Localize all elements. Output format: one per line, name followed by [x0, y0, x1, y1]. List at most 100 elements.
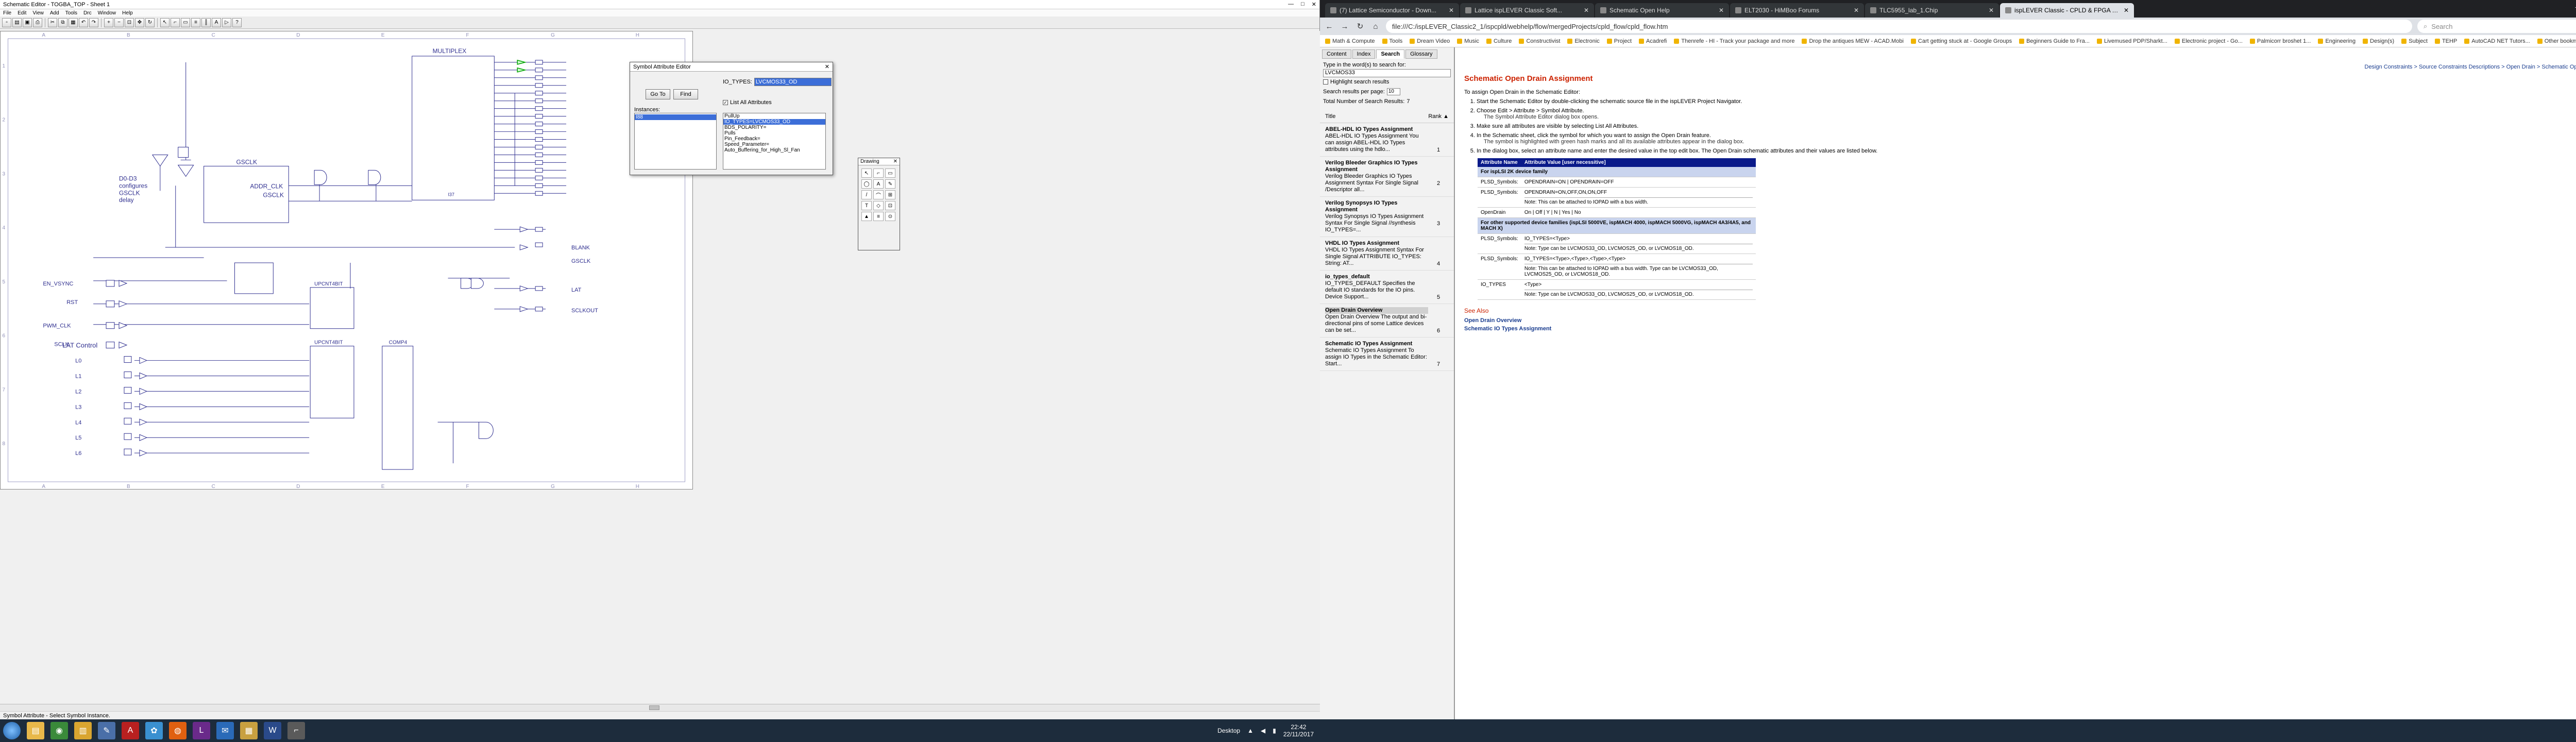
horizontal-scrollbar[interactable]: [0, 704, 1320, 711]
browser-tab[interactable]: Schematic Open Help ✕: [1595, 3, 1729, 18]
menu-tools[interactable]: Tools: [65, 10, 77, 16]
node-tool-icon[interactable]: ⊙: [885, 212, 895, 221]
network-icon[interactable]: ▲: [1247, 727, 1253, 734]
search-result[interactable]: io_types_default IO_TYPES_DEFAULT Specifi…: [1320, 271, 1454, 304]
close-tab-icon[interactable]: ✕: [1719, 7, 1724, 14]
search-result[interactable]: ABEL-HDL IO Types Assignment ABEL-HDL IO …: [1320, 123, 1454, 157]
acrobat-icon[interactable]: A: [122, 722, 139, 739]
address-bar[interactable]: file:///C:/ispLEVER_Classic2_1/ispcpld/w…: [1386, 20, 2412, 33]
tab-index[interactable]: Index: [1352, 49, 1376, 59]
undo-icon[interactable]: ↶: [79, 18, 88, 27]
attribute-item[interactable]: BDS_POLARITY=: [723, 125, 825, 130]
chrome-icon[interactable]: ◉: [50, 722, 68, 739]
wire-icon[interactable]: ⌐: [171, 18, 180, 27]
browser-tab[interactable]: Lattice ispLEVER Classic Soft... ✕: [1460, 3, 1594, 18]
bookmark[interactable]: Thenrefe - HI - Track your package and m…: [1674, 38, 1794, 44]
bookmark[interactable]: Culture: [1486, 38, 1512, 44]
files-icon[interactable]: ▥: [74, 722, 92, 739]
instances-list[interactable]: I88: [634, 113, 717, 170]
attribute-item[interactable]: Pulls: [723, 130, 825, 136]
bookmark[interactable]: Acadrefi: [1639, 38, 1667, 44]
bookmark[interactable]: Other bookmarks: [2537, 38, 2576, 44]
tab-search[interactable]: Search: [1376, 49, 1405, 59]
copy-icon[interactable]: ⧉: [58, 18, 67, 27]
zoom-fit-icon[interactable]: ⊡: [125, 18, 134, 27]
attr-value-input[interactable]: [754, 78, 832, 86]
search-result[interactable]: Verilog Synopsys IO Types Assignment Veri…: [1320, 197, 1454, 237]
close-tab-icon[interactable]: ✕: [1584, 7, 1589, 14]
breadcrumb[interactable]: Design Constraints > Source Constraints …: [1464, 64, 2576, 70]
new-icon[interactable]: ▫: [2, 18, 11, 27]
diamond-tool-icon[interactable]: ◇: [873, 201, 884, 210]
tab-glossary[interactable]: Glossary: [1405, 49, 1437, 59]
minimize-button[interactable]: —: [1288, 1, 1294, 8]
search-box[interactable]: ⌕ Search: [2417, 20, 2576, 33]
close-button[interactable]: ✕: [1312, 1, 1316, 8]
wire-tool-icon[interactable]: ⌐: [873, 168, 884, 178]
arc-tool-icon[interactable]: ⌒: [873, 190, 884, 199]
results-per-page-select[interactable]: 10: [1386, 88, 1400, 95]
counter-2[interactable]: [310, 346, 354, 418]
cut-icon[interactable]: ✂: [48, 18, 57, 27]
maximize-button[interactable]: □: [1301, 1, 1304, 8]
symbol-icon[interactable]: ▭: [181, 18, 190, 27]
forward-icon[interactable]: →: [1340, 22, 1350, 31]
schematic-app-icon[interactable]: ⌐: [287, 722, 305, 739]
see-also-link[interactable]: Open Drain Overview: [1464, 317, 2576, 324]
small-block[interactable]: [234, 262, 274, 294]
menu-file[interactable]: File: [3, 10, 11, 16]
select-icon[interactable]: ↖: [160, 18, 170, 27]
col-title[interactable]: Title: [1325, 113, 1335, 120]
instance-item[interactable]: I88: [635, 114, 716, 120]
see-also-link[interactable]: Schematic IO Types Assignment: [1464, 326, 2576, 332]
reload-icon[interactable]: ↻: [1355, 22, 1365, 31]
home-icon[interactable]: ⌂: [1370, 22, 1381, 31]
bookmark[interactable]: Electronic: [1567, 38, 1600, 44]
browser-tab-active[interactable]: ispLEVER Classic - CPLD & FPGA D... ✕: [2000, 3, 2134, 18]
tab-content[interactable]: Content: [1322, 49, 1351, 59]
menu-help[interactable]: Help: [122, 10, 133, 16]
zoom-out-icon[interactable]: −: [114, 18, 124, 27]
help-search-input[interactable]: LVCMOS33: [1323, 69, 1451, 77]
help-icon[interactable]: ?: [232, 18, 242, 27]
pan-icon[interactable]: ✥: [135, 18, 144, 27]
circle-tool-icon[interactable]: ◯: [861, 179, 872, 189]
mail-icon[interactable]: ✉: [216, 722, 234, 739]
bus-tool-icon[interactable]: ≡: [873, 212, 884, 221]
bookmark[interactable]: TEHP: [2434, 38, 2457, 44]
schematic-canvas[interactable]: A B C D E F G H A B C D E F G H 1 2 3 4: [0, 31, 693, 490]
comp-block[interactable]: [382, 346, 414, 470]
scrollbar-thumb[interactable]: [649, 705, 659, 710]
attribute-item[interactable]: Auto_Buffering_for_High_Sl_Fan: [723, 147, 825, 153]
close-tab-icon[interactable]: ✕: [1989, 7, 1994, 14]
box-tool-icon[interactable]: ⊡: [885, 201, 895, 210]
bookmark[interactable]: Palmicorr broshet 1...: [2249, 38, 2311, 44]
net-icon[interactable]: ≡: [191, 18, 200, 27]
clock[interactable]: 22:42 22/11/2017: [1283, 723, 1314, 738]
redo-icon[interactable]: ↷: [89, 18, 98, 27]
find-button[interactable]: Find: [673, 89, 698, 99]
refresh-icon[interactable]: ↻: [145, 18, 155, 27]
search-result[interactable]: Verilog Bleeder Graphics IO Types Assign…: [1320, 157, 1454, 197]
bookmark[interactable]: Music: [1457, 38, 1479, 44]
label-tool-icon[interactable]: T: [861, 201, 872, 210]
search-result[interactable]: Schematic IO Types Assignment Schematic I…: [1320, 338, 1454, 371]
attributes-list[interactable]: PullUp IO_TYPES=LVCMOS33_OD BDS_POLARITY…: [723, 113, 826, 170]
select-tool-icon[interactable]: ↖: [861, 168, 872, 178]
line-tool-icon[interactable]: /: [861, 190, 872, 199]
save-icon[interactable]: ▣: [23, 18, 32, 27]
iomarker-icon[interactable]: ▷: [222, 18, 231, 27]
menu-view[interactable]: View: [32, 10, 44, 16]
attribute-item[interactable]: IO_TYPES=LVCMOS33_OD: [723, 119, 825, 125]
bookmark[interactable]: Math & Compute: [1325, 38, 1375, 44]
browser-tab[interactable]: TLC5955_lab_1.Chip ✕: [1865, 3, 1999, 18]
menu-window[interactable]: Window: [98, 10, 116, 16]
print-icon[interactable]: ⎙: [33, 18, 42, 27]
mux-block[interactable]: [412, 56, 495, 200]
search-result[interactable]: Open Drain Overview Open Drain Overview T…: [1320, 304, 1454, 338]
docs-icon[interactable]: ▦: [240, 722, 258, 739]
bookmark[interactable]: Design(s): [2363, 38, 2394, 44]
search-result[interactable]: VHDL IO Types Assignment VHDL IO Types As…: [1320, 237, 1454, 271]
close-tab-icon[interactable]: ✕: [1854, 7, 1859, 14]
start-button[interactable]: [3, 722, 21, 739]
